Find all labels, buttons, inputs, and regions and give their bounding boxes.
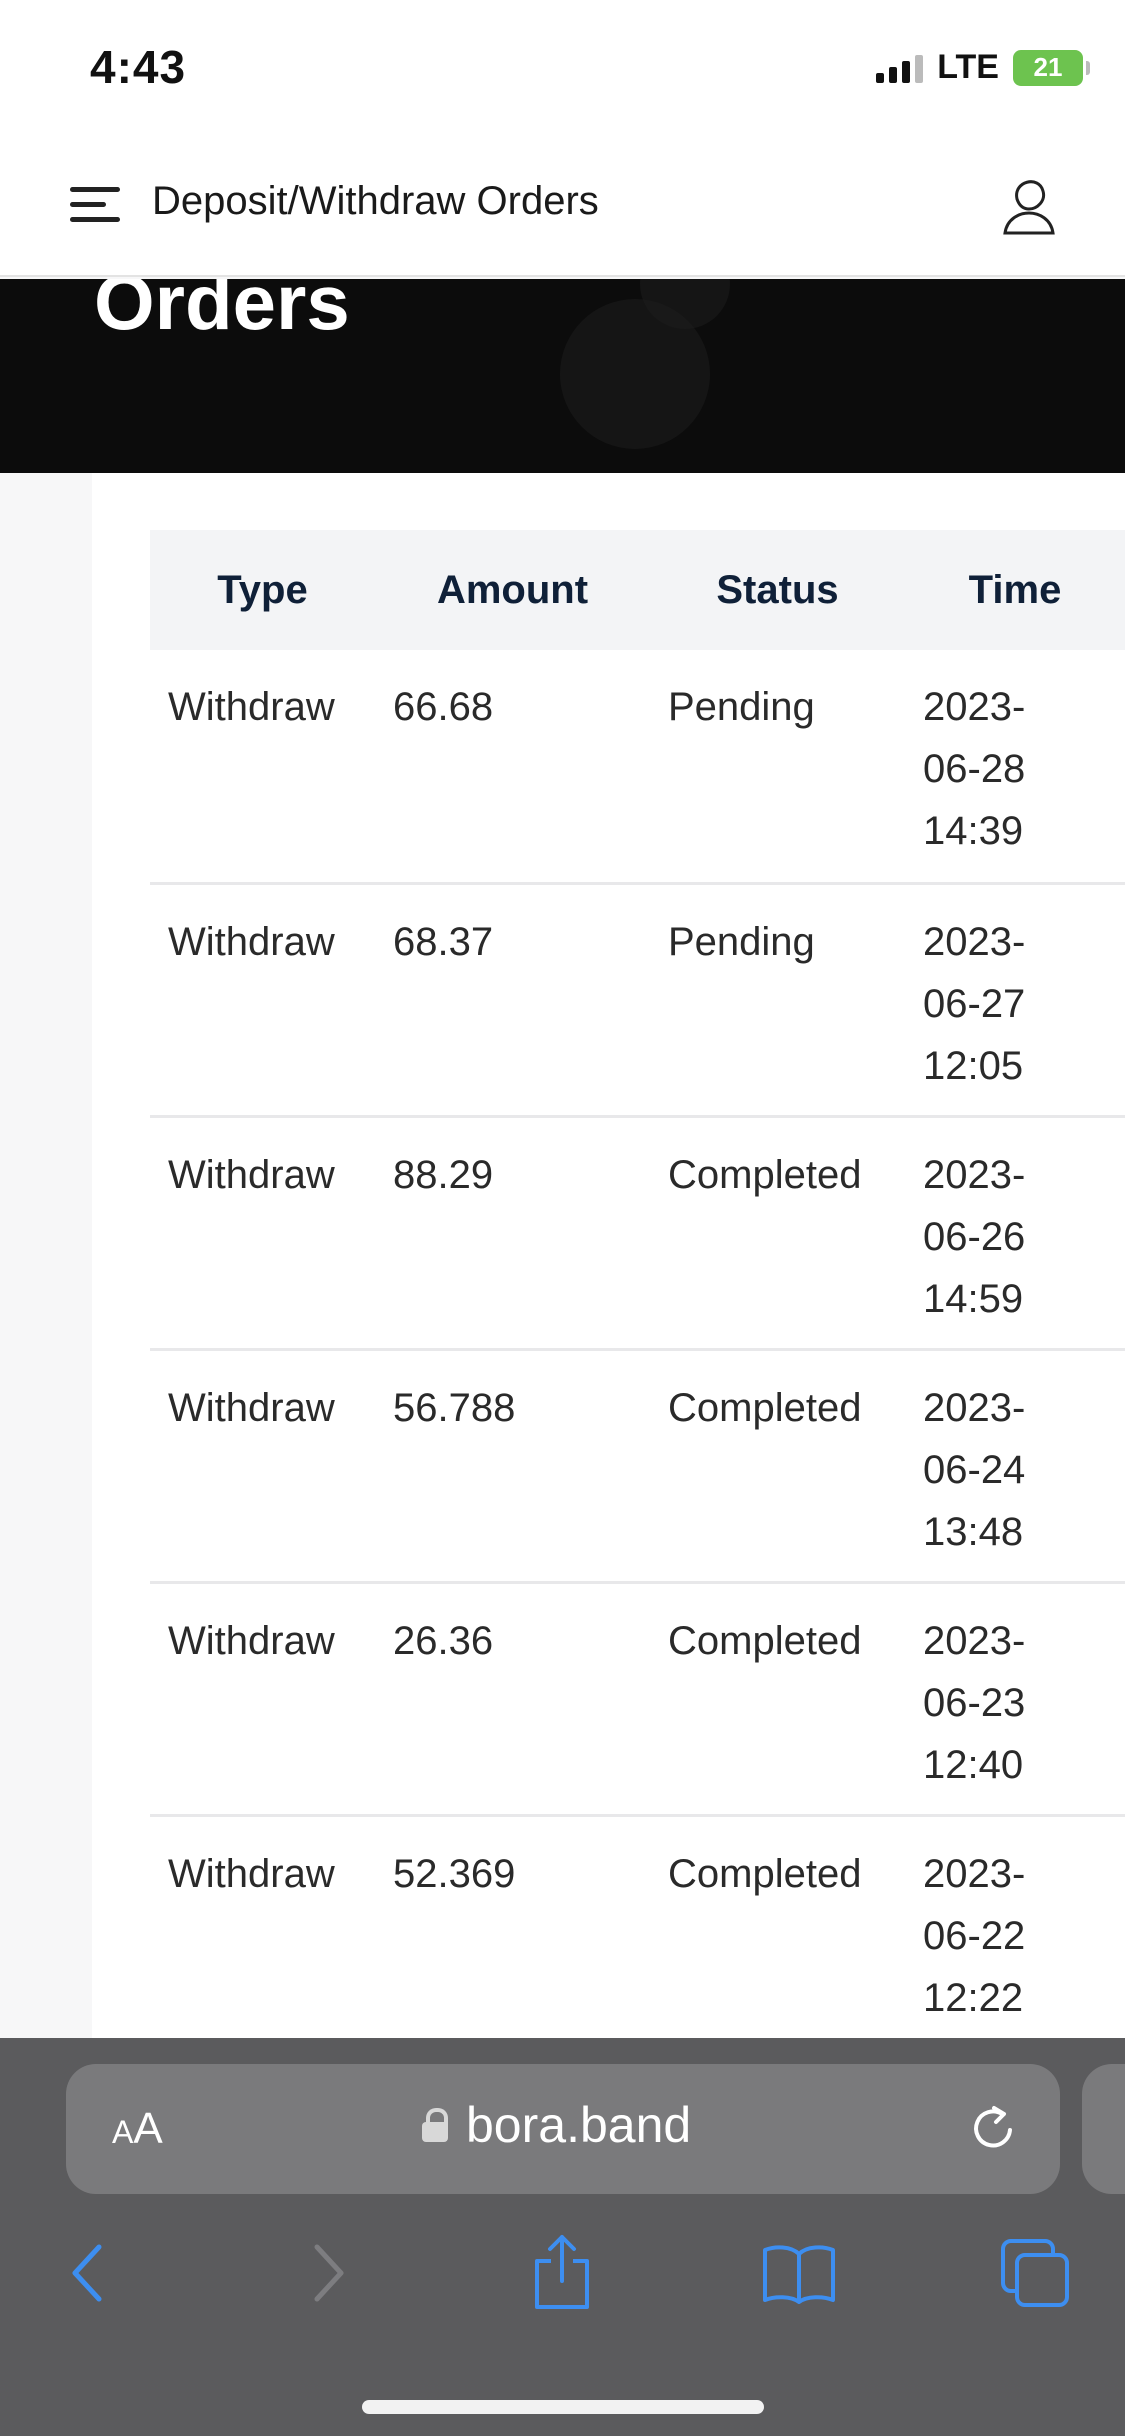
cell-amount: 52.369 <box>375 1815 650 2048</box>
cell-time-date: 06-26 <box>923 1214 1026 1259</box>
carrier-label: LTE <box>937 48 999 86</box>
cell-status: Pending <box>650 883 905 1118</box>
cell-time: 2023- 06-26 14:59 <box>905 1116 1125 1351</box>
column-header-amount: Amount <box>436 567 589 612</box>
column-header-time: Time <box>968 567 1062 612</box>
hero-title: Orders <box>94 279 350 346</box>
table-row: Withdraw 56.788 Completed 2023- 06-24 13… <box>150 1349 1125 1584</box>
cell-time: 2023- 06-28 14:39 <box>905 650 1125 885</box>
cell-type: Withdraw <box>150 1349 375 1584</box>
cell-status: Completed <box>650 1349 905 1584</box>
table-row: Withdraw 26.36 Completed 2023- 06-23 12:… <box>150 1582 1125 1817</box>
cell-time: 2023- 06-23 12:40 <box>905 1582 1125 1817</box>
cell-time-year: 2023- <box>923 1385 1026 1430</box>
app-header: Deposit/Withdraw Orders <box>0 135 1125 277</box>
chevron-right-icon <box>314 2244 344 2302</box>
table-row: Withdraw 52.369 Completed 2023- 06-22 12… <box>150 1815 1125 2048</box>
page-title: Deposit/Withdraw Orders <box>152 179 599 223</box>
orders-table: Type Amount Status Time Withdraw 66.68 P… <box>150 530 1125 2048</box>
hamburger-menu-icon[interactable] <box>70 183 126 227</box>
tabs-button[interactable] <box>990 2228 1080 2318</box>
table-row: Withdraw 66.68 Pending 2023- 06-28 14:39 <box>150 650 1125 885</box>
table-header-row: Type Amount Status Time <box>150 530 1125 650</box>
hero-banner: Orders <box>0 279 1125 473</box>
cell-time-clock: 12:22 <box>923 1975 1024 2020</box>
cell-time-date: 06-24 <box>923 1447 1026 1492</box>
reload-icon[interactable] <box>964 2100 1022 2158</box>
cell-time: 2023- 06-22 12:22 <box>905 1815 1125 2048</box>
url-text: bora.band <box>466 2097 692 2153</box>
cell-time-year: 2023- <box>923 685 1026 729</box>
cell-time-clock: 12:40 <box>923 1742 1024 1787</box>
cell-amount: 66.68 <box>375 650 650 885</box>
cell-status: Pending <box>650 650 905 885</box>
cell-time-year: 2023- <box>923 1152 1026 1197</box>
cell-type: Withdraw <box>150 650 375 885</box>
bookmarks-button[interactable] <box>754 2228 844 2318</box>
cell-time: 2023- 06-27 12:05 <box>905 883 1125 1118</box>
cell-time-clock: 13:48 <box>923 1509 1024 1554</box>
back-button[interactable] <box>42 2228 132 2318</box>
user-profile-icon[interactable] <box>999 173 1059 239</box>
cell-type: Withdraw <box>150 1815 375 2048</box>
column-header-type: Type <box>217 567 308 612</box>
cell-time-date: 06-27 <box>923 981 1026 1026</box>
battery-icon: 21 <box>1013 49 1090 86</box>
cell-status: Completed <box>650 1116 905 1351</box>
cell-type: Withdraw <box>150 1116 375 1351</box>
share-icon <box>535 2235 589 2309</box>
share-button[interactable] <box>517 2228 607 2318</box>
status-time: 4:43 <box>90 41 187 93</box>
cell-time-clock: 14:39 <box>923 809 1024 853</box>
chevron-left-icon <box>72 2244 102 2302</box>
address-bar[interactable]: AA bora.band <box>66 2064 1060 2194</box>
forward-button[interactable] <box>284 2228 374 2318</box>
cell-amount: 68.37 <box>375 883 650 1118</box>
cell-time-year: 2023- <box>923 1618 1026 1663</box>
signal-strength-icon <box>876 53 924 83</box>
url-display[interactable]: bora.band <box>422 2096 691 2154</box>
column-header-status: Status <box>716 567 839 612</box>
cell-time-date: 06-23 <box>923 1680 1026 1725</box>
cell-time-clock: 14:59 <box>923 1276 1024 1321</box>
cell-type: Withdraw <box>150 1582 375 1817</box>
table-row: Withdraw 88.29 Completed 2023- 06-26 14:… <box>150 1116 1125 1351</box>
cell-status: Completed <box>650 1815 905 2048</box>
cell-amount: 88.29 <box>375 1116 650 1351</box>
page: 4:43 LTE 21 Deposit/Withdraw Orders Orde… <box>0 0 1125 2436</box>
lock-icon <box>422 2108 448 2142</box>
cell-time-date: 06-22 <box>923 1913 1026 1958</box>
book-icon <box>763 2245 835 2304</box>
browser-toolbar <box>0 2228 1125 2348</box>
cell-type: Withdraw <box>150 883 375 1118</box>
status-bar: 4:43 LTE 21 <box>0 0 1125 135</box>
cell-time-year: 2023- <box>923 919 1026 964</box>
aa-large-label: A <box>133 2104 163 2153</box>
battery-level: 21 <box>1033 52 1063 82</box>
cell-amount: 26.36 <box>375 1582 650 1817</box>
browser-bottom-bar: AA bora.band <box>0 2038 1125 2436</box>
cell-amount: 56.788 <box>375 1349 650 1584</box>
cell-time-date: 06-28 <box>923 747 1026 791</box>
next-tab-peek[interactable] <box>1082 2064 1125 2194</box>
reader-settings-button[interactable]: AA <box>112 2104 163 2154</box>
home-indicator[interactable] <box>362 2400 764 2414</box>
table-row: Withdraw 68.37 Pending 2023- 06-27 12:05 <box>150 883 1125 1118</box>
cell-time-year: 2023- <box>923 1851 1026 1896</box>
cell-time: 2023- 06-24 13:48 <box>905 1349 1125 1584</box>
cell-time-clock: 12:05 <box>923 1043 1024 1088</box>
cell-status: Completed <box>650 1582 905 1817</box>
tabs-icon <box>1001 2239 1069 2307</box>
aa-small-label: A <box>112 2114 134 2150</box>
status-indicators: LTE 21 <box>876 48 1090 87</box>
